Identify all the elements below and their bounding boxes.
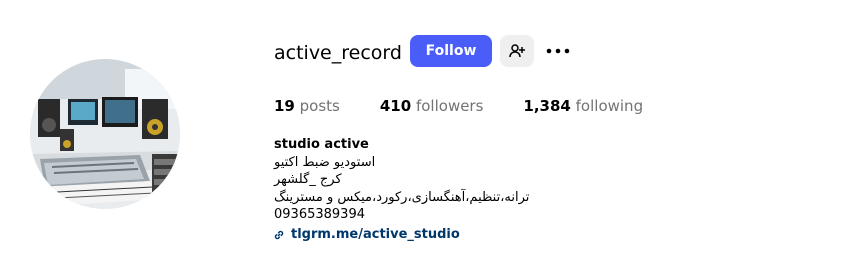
profile-username: active_record [274, 42, 402, 64]
followers-count: 410 [379, 97, 412, 115]
profile-bio: studio active استودیو ضبط اکتیو کرج _گلش… [274, 136, 529, 224]
suggested-accounts-button[interactable] [500, 35, 534, 67]
bio-line-location: کرج _گلشهر [274, 172, 342, 187]
bio-line-services: ترانه،تنظیم،آهنگسازی،رکورد،میکس و مسترین… [274, 189, 530, 205]
profile-header: active_record Follow 19 posts 410 follow… [0, 0, 841, 279]
followers-label: followers [415, 97, 484, 115]
person-add-icon [509, 44, 525, 58]
profile-stats: 19 posts 410 followers 1,384 following [274, 95, 683, 117]
posts-label: posts [299, 97, 340, 115]
followers-stat[interactable]: 410 followers [380, 95, 484, 117]
more-options-button[interactable] [544, 38, 572, 64]
avatar[interactable] [30, 59, 180, 209]
follow-button[interactable]: Follow [410, 35, 492, 67]
more-options-icon [546, 48, 570, 54]
posts-count: 19 [274, 97, 295, 115]
bio-line-studio: استودیو ضبط اکتیو [274, 154, 376, 170]
bio-name: studio active [274, 137, 369, 152]
bio-link-text[interactable]: tlgrm.me/active_studio [291, 226, 460, 244]
avatar-studio-photo [30, 59, 180, 209]
bio-link[interactable]: tlgrm.me/active_studio [273, 226, 460, 244]
bio-line-phone: 09365389394 [274, 207, 365, 222]
following-stat[interactable]: 1,384 following [523, 95, 643, 117]
link-icon [273, 229, 285, 241]
following-label: following [575, 97, 644, 115]
posts-stat: 19 posts [274, 95, 340, 117]
following-count: 1,384 [523, 97, 571, 115]
